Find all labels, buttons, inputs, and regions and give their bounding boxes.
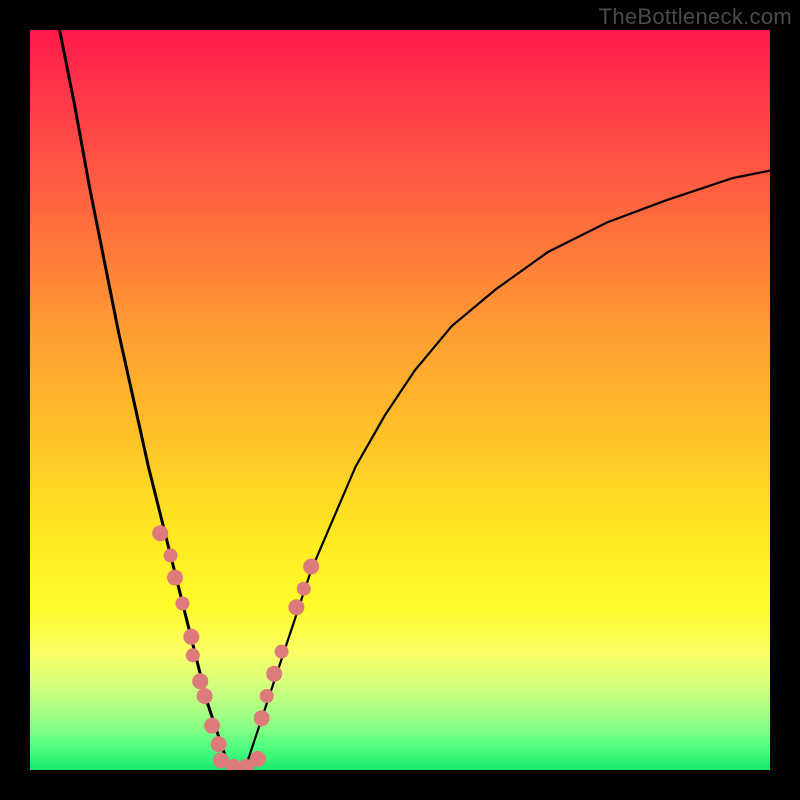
marker-dots xyxy=(152,525,319,770)
plot-area xyxy=(30,30,770,770)
curve-right xyxy=(245,171,770,770)
watermark-text: TheBottleneck.com xyxy=(599,4,792,30)
chart-frame: TheBottleneck.com xyxy=(0,0,800,800)
curve-left xyxy=(60,30,230,770)
chart-svg xyxy=(30,30,770,770)
